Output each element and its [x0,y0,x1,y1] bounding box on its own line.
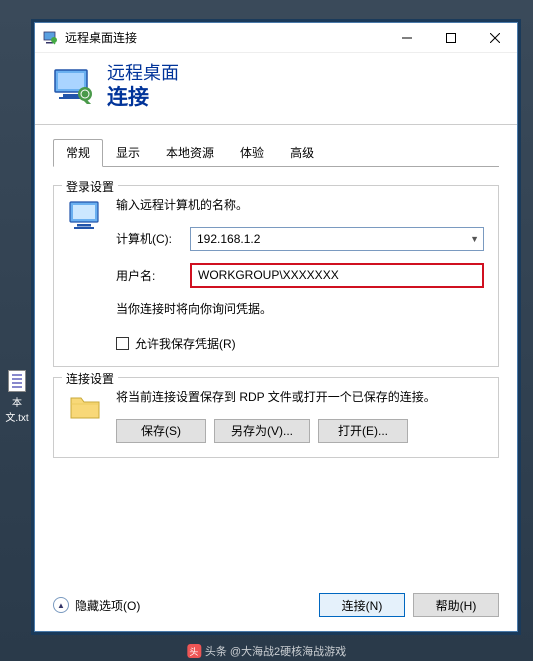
toutiao-icon: 头 [187,644,201,658]
computer-label: 计算机(C): [116,230,190,247]
tab-local-resources[interactable]: 本地资源 [153,139,227,167]
username-label: 用户名: [116,267,190,284]
header-text: 远程桌面 连接 [107,63,179,110]
connect-button[interactable]: 连接(N) [319,593,405,617]
computer-input[interactable] [190,227,484,251]
tabs-container: 常规 显示 本地资源 体验 高级 [35,125,517,167]
watermark-text: 头条 @大海战2硬核海战游戏 [205,643,346,659]
save-credentials-checkbox[interactable] [116,337,129,350]
connection-buttons: 保存(S) 另存为(V)... 打开(E)... [116,419,484,443]
username-row: 用户名: WORKGROUP\XXXXXXX [116,263,484,288]
computer-icon [68,196,104,352]
titlebar[interactable]: 远程桌面连接 [35,23,517,53]
credentials-hint: 当你连接时将向你询问凭据。 [116,300,484,317]
app-icon [43,31,59,45]
header-title: 远程桌面 [107,63,179,85]
save-credentials-row[interactable]: 允许我保存凭据(R) [116,335,484,352]
tab-content: 登录设置 输入远程计算机的名称。 计算机(C): ▼ [35,167,517,472]
folder-icon [68,388,104,443]
computer-combo[interactable]: ▼ [190,227,484,251]
desktop-file-label: 本文.txt [2,394,32,424]
close-button[interactable] [473,23,517,53]
window-title: 远程桌面连接 [65,29,385,46]
computer-row: 计算机(C): ▼ [116,227,484,251]
footer-bar: ▲ 隐藏选项(O) 连接(N) 帮助(H) [53,593,499,617]
tab-strip: 常规 显示 本地资源 体验 高级 [53,139,499,167]
rdc-logo-icon [53,68,95,104]
connection-settings-group: 连接设置 将当前连接设置保存到 RDP 文件或打开一个已保存的连接。 保存(S)… [53,377,499,458]
open-button[interactable]: 打开(E)... [318,419,408,443]
desktop-file-icon[interactable]: 本文.txt [2,370,32,424]
login-legend: 登录设置 [62,178,118,195]
txt-file-icon [8,370,26,392]
username-value: WORKGROUP\XXXXXXX [190,263,484,288]
save-button[interactable]: 保存(S) [116,419,206,443]
save-as-button[interactable]: 另存为(V)... [214,419,310,443]
connection-text: 将当前连接设置保存到 RDP 文件或打开一个已保存的连接。 [116,388,484,405]
header-banner: 远程桌面 连接 [35,53,517,124]
save-credentials-label: 允许我保存凭据(R) [135,335,236,352]
header-subtitle: 连接 [107,85,179,110]
watermark: 头 头条 @大海战2硬核海战游戏 [187,643,346,659]
minimize-button[interactable] [385,23,429,53]
rdc-window: 远程桌面连接 远程桌面 连接 常规 显示 本地资源 体验 高级 [34,22,518,632]
connection-legend: 连接设置 [62,370,118,387]
login-prompt: 输入远程计算机的名称。 [116,196,484,213]
login-settings-group: 登录设置 输入远程计算机的名称。 计算机(C): ▼ [53,185,499,367]
tab-experience[interactable]: 体验 [227,139,277,167]
tab-general[interactable]: 常规 [53,139,103,167]
hide-options-toggle[interactable]: ▲ 隐藏选项(O) [53,597,140,614]
maximize-button[interactable] [429,23,473,53]
hide-options-label: 隐藏选项(O) [75,597,140,614]
tab-advanced[interactable]: 高级 [277,139,327,167]
collapse-arrow-icon: ▲ [53,597,69,613]
help-button[interactable]: 帮助(H) [413,593,499,617]
tab-display[interactable]: 显示 [103,139,153,167]
